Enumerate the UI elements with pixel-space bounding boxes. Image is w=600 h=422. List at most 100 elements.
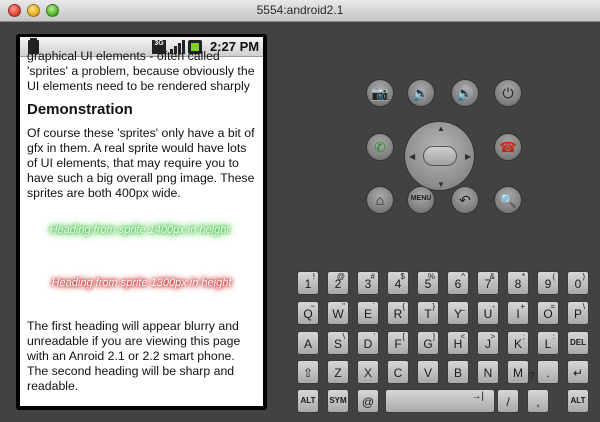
key-row2-5[interactable]: Y _	[447, 301, 469, 325]
key-label: @	[361, 395, 375, 409]
key-label: J	[485, 337, 491, 351]
volume-down-icon: 🔉	[412, 85, 430, 101]
camera-button[interactable]: 📷	[366, 79, 394, 107]
key-symbol: &	[489, 272, 495, 281]
key-symbol: $	[400, 272, 405, 281]
key-row2-0[interactable]: Q ~	[297, 301, 319, 325]
dpad-down-icon[interactable]: ▼	[437, 180, 445, 189]
key-symbol: ~	[310, 302, 315, 311]
key-row4-6[interactable]: N	[477, 360, 499, 384]
power-button[interactable]: ⏻	[494, 79, 522, 107]
key-row4-4[interactable]: V	[417, 360, 439, 384]
key-row3-3[interactable]: F[	[387, 331, 409, 355]
key-row4-0[interactable]: ⇧	[297, 360, 319, 384]
key-label: G	[423, 337, 433, 351]
search-button[interactable]: 🔍	[494, 186, 522, 214]
key-row1-5[interactable]: 6 ^	[447, 271, 469, 295]
home-button[interactable]: ⌂	[366, 186, 394, 214]
key-row1-7[interactable]: 8 *	[507, 271, 529, 295]
question-mark-label: ?	[529, 371, 535, 382]
key-row2-8[interactable]: O =	[537, 301, 559, 325]
key-row3-7[interactable]: K;	[507, 331, 529, 355]
end-call-button[interactable]: ☎	[494, 133, 522, 161]
key-row3-2[interactable]: D '	[357, 331, 379, 355]
key-label: H	[453, 337, 463, 351]
key-row1-8[interactable]: 9(	[537, 271, 559, 295]
key-row4-2[interactable]: X	[357, 360, 379, 384]
key-row1-3[interactable]: 4 $	[387, 271, 409, 295]
dpad-right-icon[interactable]: ▶	[465, 152, 471, 161]
volume-up-button[interactable]: 🔊	[451, 79, 479, 107]
key-label: V	[423, 366, 432, 380]
key-row3-1[interactable]: S \	[327, 331, 349, 355]
device-screen[interactable]: 3G 2:27 PM graphical UI elements - often…	[20, 37, 263, 406]
key-row3-0[interactable]: A	[297, 331, 319, 355]
browser-page-content[interactable]: graphical UI elements - often called 'sp…	[20, 49, 263, 406]
volume-down-button[interactable]: 🔉	[407, 79, 435, 107]
dpad-center-button[interactable]	[423, 146, 457, 166]
key-row2-2[interactable]: E `	[357, 301, 379, 325]
key-row1-6[interactable]: 7 &	[477, 271, 499, 295]
key-row3-8[interactable]: L:	[537, 331, 559, 355]
key-symbol: '	[373, 332, 375, 341]
key-row4-9[interactable]: ↵	[567, 360, 589, 384]
section-heading: Demonstration	[27, 101, 133, 119]
key-label: D	[363, 337, 373, 351]
key-label: 4	[394, 277, 402, 291]
key-row4-3[interactable]: C	[387, 360, 409, 384]
key-symbol: "	[342, 302, 345, 311]
key-label: /	[506, 395, 510, 409]
key-bottom-1[interactable]: SYM	[327, 389, 349, 413]
key-label: DEL	[570, 338, 586, 347]
key-row4-8[interactable]: .	[537, 360, 559, 384]
menu-button[interactable]: MENU	[407, 186, 435, 214]
call-button[interactable]: ✆	[366, 133, 394, 161]
key-row1-4[interactable]: 5%	[417, 271, 439, 295]
key-label: P	[573, 307, 582, 321]
dpad[interactable]: ▲ ▼ ◀ ▶	[404, 121, 475, 191]
key-bottom-0[interactable]: ALT	[297, 389, 319, 413]
key-row2-3[interactable]: R{	[387, 301, 409, 325]
dpad-up-icon[interactable]: ▲	[437, 124, 445, 133]
sprite-heading-sharp: Heading from sprite 1300px in height	[51, 277, 232, 290]
key-row3-6[interactable]: J >	[477, 331, 499, 355]
key-row4-7[interactable]: M	[507, 360, 529, 384]
key-bottom-2[interactable]: @	[357, 389, 379, 413]
key-row1-0[interactable]: 1!	[297, 271, 319, 295]
key-row3-4[interactable]: G]	[417, 331, 439, 355]
key-row2-6[interactable]: U-	[477, 301, 499, 325]
key-symbol: ^	[461, 272, 465, 281]
key-label: C	[393, 366, 403, 380]
key-symbol: {	[402, 302, 405, 311]
key-label: 0	[574, 277, 582, 291]
key-row3-9[interactable]: DEL	[567, 331, 589, 355]
key-row1-1[interactable]: 2 @	[327, 271, 349, 295]
dpad-left-icon[interactable]: ◀	[409, 152, 415, 161]
key-label: ,	[536, 395, 540, 409]
key-label: 7	[484, 277, 492, 291]
key-symbol: [	[402, 332, 405, 341]
key-bottom-5[interactable]: ALT	[567, 389, 589, 413]
key-row2-1[interactable]: W "	[327, 301, 349, 325]
key-row2-9[interactable]: P \	[567, 301, 589, 325]
back-button[interactable]: ↶	[451, 186, 479, 214]
key-label: R	[393, 307, 403, 321]
space-key[interactable]: →|	[385, 389, 495, 413]
camera-icon: 📷	[371, 85, 389, 101]
key-label: .	[546, 366, 550, 380]
key-row4-5[interactable]: B	[447, 360, 469, 384]
key-row1-2[interactable]: 3 #	[357, 271, 379, 295]
key-row2-7[interactable]: I +	[507, 301, 529, 325]
key-bottom-3[interactable]: /	[497, 389, 519, 413]
key-row3-5[interactable]: H <	[447, 331, 469, 355]
key-row1-9[interactable]: 0)	[567, 271, 589, 295]
key-row4-1[interactable]: Z	[327, 360, 349, 384]
key-label: N	[483, 366, 493, 380]
key-symbol: +	[520, 302, 525, 311]
key-bottom-4[interactable]: ,	[527, 389, 549, 413]
key-symbol: \	[582, 302, 585, 311]
key-row2-4[interactable]: T}	[417, 301, 439, 325]
key-label: 6	[454, 277, 462, 291]
key-label: X	[363, 366, 372, 380]
key-label: Q	[303, 307, 313, 321]
